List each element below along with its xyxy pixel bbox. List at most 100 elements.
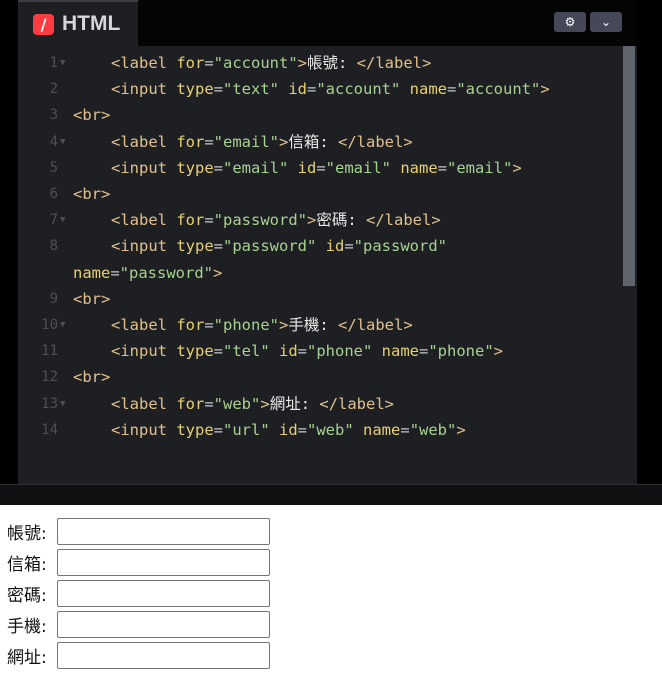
code-token: "email" [223, 158, 298, 177]
field-input-tel[interactable] [57, 611, 270, 638]
code-token: "tel" [223, 342, 279, 361]
code-token: type [176, 342, 214, 361]
form-row: 帳號: [7, 517, 270, 546]
code-token: <br> [73, 106, 111, 125]
code-token: id [288, 80, 307, 99]
code-token: "phone" [428, 342, 494, 361]
form-row: 密碼: [7, 579, 270, 608]
field-input-url[interactable] [57, 642, 270, 669]
code-token: </label> [338, 132, 413, 151]
code-line[interactable]: 8 <input type="password" id="password" [18, 233, 623, 259]
form-row: 手機: [7, 610, 270, 639]
form-row: 信箱: [7, 548, 270, 577]
code-line[interactable]: 13 ▼ <label for="web">網址: </label> [18, 391, 623, 417]
code-token: type [176, 237, 214, 256]
editor-result-divider[interactable] [0, 484, 662, 505]
code-token: = [110, 263, 120, 282]
line-number: 7 [49, 212, 58, 229]
code-token: = [204, 132, 214, 151]
line-number: 6 [49, 186, 58, 202]
code-token: 帳號: [307, 54, 357, 72]
code-token: for [176, 394, 205, 413]
line-number: 2 [49, 81, 58, 98]
code-token: id [279, 342, 298, 361]
code-token: "text" [223, 80, 289, 99]
code-token: 密碼: [316, 211, 367, 230]
tab-html[interactable]: / HTML [18, 0, 138, 46]
field-input-email[interactable] [57, 549, 270, 576]
code-token: </label> [338, 316, 413, 334]
code-token: = [344, 237, 354, 256]
code-token: "email" [213, 132, 279, 151]
code-token: 網址: [269, 394, 320, 413]
fold-triangle-icon[interactable]: ▼ [60, 129, 65, 155]
code-token: = [419, 342, 429, 361]
code-text: <label for="phone">手機: </label> [73, 312, 413, 338]
code-line[interactable]: 14 <input type="url" id="web" name="web"> [18, 417, 623, 443]
chevron-down-icon: ⌄ [600, 15, 612, 29]
code-line[interactable]: 6 <br> [18, 181, 623, 207]
code-token: "password" [213, 211, 307, 230]
code-token: 手機: [288, 316, 339, 334]
code-line[interactable]: 4 ▼ <label for="email">信箱: </label> [18, 129, 623, 155]
code-text: <input type="password" id="password" [73, 233, 447, 259]
code-token: <input [111, 420, 177, 439]
line-number: 12 [41, 369, 58, 386]
code-token: name [73, 263, 111, 282]
code-token: <br> [73, 185, 111, 203]
code-token: "email" [325, 158, 401, 177]
code-token: </label> [356, 54, 432, 72]
line-number: 5 [49, 159, 58, 176]
code-token: for [176, 211, 205, 230]
code-line[interactable]: 7 ▼ <label for="password">密碼: </label> [18, 207, 623, 233]
code-token: </label> [319, 394, 395, 413]
code-line[interactable]: 1 ▼ <label for="account">帳號: </label> [18, 50, 623, 76]
code-token: <label [111, 132, 177, 151]
code-line[interactable]: 10 ▼ <label for="phone">手機: </label> [18, 312, 623, 338]
editor-scrollbar[interactable] [623, 46, 635, 286]
settings-button[interactable]: ⚙ [554, 12, 586, 32]
code-token: "password" [119, 263, 213, 282]
code-line[interactable]: 12 <br> [18, 364, 623, 390]
code-text: <input type="text" id="account" name="ac… [73, 76, 550, 102]
code-text: <input type="url" id="web" name="web"> [73, 417, 466, 443]
code-line[interactable]: 3 <br> [18, 102, 623, 128]
code-line[interactable]: 9 <br> [18, 286, 623, 312]
code-token: = [316, 158, 326, 177]
code-token: = [204, 54, 214, 72]
code-text: <br> [73, 181, 110, 207]
code-token: > [279, 316, 289, 334]
field-label: 帳號: [7, 524, 47, 544]
code-token: > [213, 263, 223, 282]
collapse-button[interactable]: ⌄ [590, 12, 622, 32]
code-token: <input [111, 80, 177, 99]
code-text: <br> [73, 364, 110, 390]
field-input-password[interactable] [57, 580, 270, 607]
line-number: 3 [49, 107, 58, 124]
code-text: name="password"> [73, 260, 222, 286]
code-line[interactable]: 5 <input type="email" id="email" name="em… [18, 155, 623, 181]
field-input-text[interactable] [57, 518, 270, 545]
code-token: = [213, 342, 223, 361]
form-row: 網址: [7, 641, 270, 670]
code-token: id [297, 158, 317, 177]
code-editor[interactable]: 1 ▼ <label for="account">帳號: </label> 2 <inp… [18, 50, 623, 480]
fold-triangle-icon[interactable]: ▼ [60, 312, 65, 338]
fold-triangle-icon[interactable]: ▼ [60, 50, 65, 76]
code-token: = [213, 158, 223, 177]
code-line[interactable]: 2 <input type="text" id="account" name="a… [18, 76, 623, 102]
code-line[interactable]: 11 <input type="tel" id="phone" name="pho… [18, 338, 623, 364]
code-token: "web" [409, 420, 457, 439]
line-number: 10 [41, 317, 58, 333]
fold-triangle-icon[interactable]: ▼ [60, 391, 65, 417]
code-token: = [400, 420, 410, 439]
code-line[interactable]: name="password"> [18, 260, 623, 286]
html-editor-panel: / HTML ⚙ ⌄ 1 ▼ <label for="account">帳號: </… [18, 0, 637, 484]
code-text: <label for="web">網址: </label> [73, 391, 394, 417]
fold-triangle-icon[interactable]: ▼ [60, 207, 65, 233]
code-token: type [176, 80, 214, 99]
code-token: <input [111, 342, 177, 361]
line-number: 1 [49, 55, 58, 71]
code-token: <br> [73, 289, 111, 308]
code-token: name [409, 80, 447, 99]
